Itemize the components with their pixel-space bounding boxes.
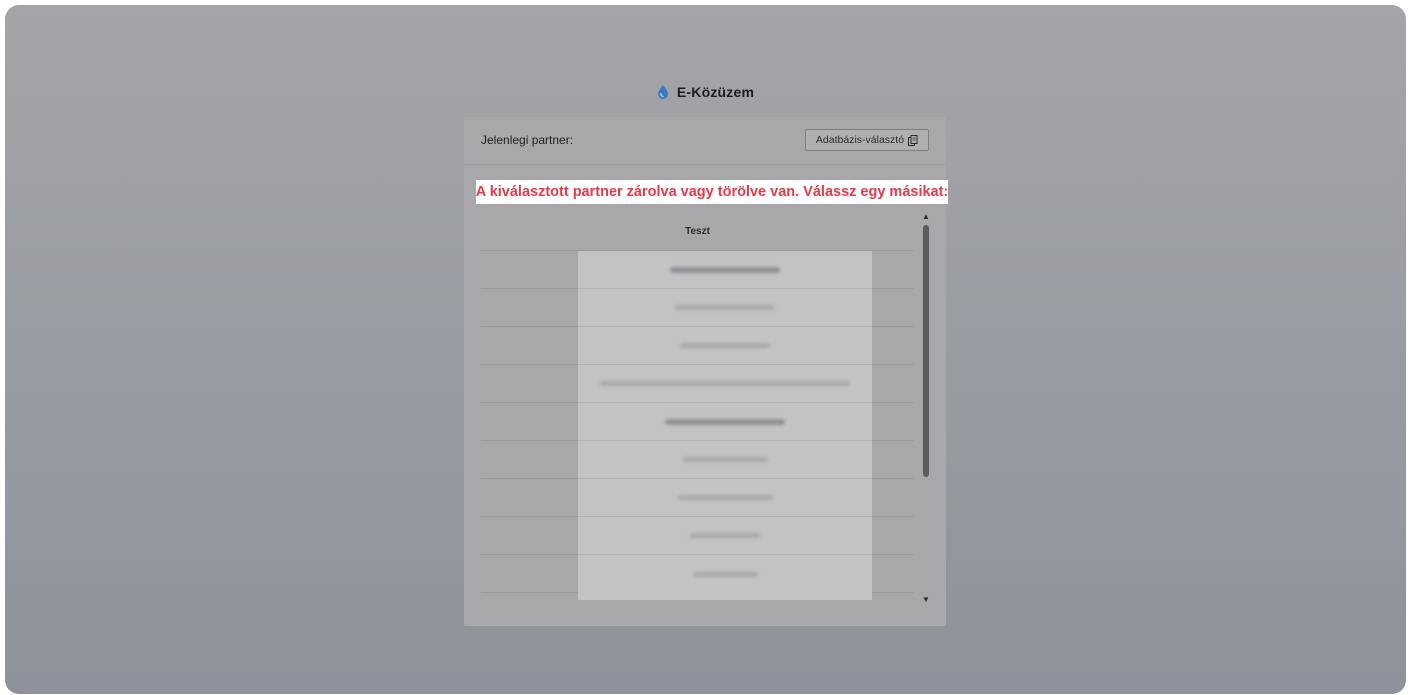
locked-partner-warning: A kiválasztott partner zárolva vagy törö…	[476, 180, 948, 204]
database-selector-label: Adatbázis-választó	[815, 134, 905, 146]
redacted-group-name	[578, 403, 872, 441]
redacted-names-overlay	[578, 251, 872, 600]
water-drop-icon	[657, 85, 669, 99]
partner-list: Teszt	[481, 212, 914, 601]
redacted-item-name	[578, 479, 872, 517]
redacted-item-name	[578, 327, 872, 365]
redacted-item-name	[578, 365, 872, 403]
scroll-up-arrow-icon[interactable]: ▲	[921, 213, 931, 221]
redacted-group-name	[578, 251, 872, 289]
copy-icon	[908, 134, 918, 146]
list-scrollbar[interactable]: ▲ ▼	[921, 213, 931, 604]
redacted-item-name	[578, 555, 872, 593]
redacted-item-name	[578, 289, 872, 327]
redacted-item-name	[578, 441, 872, 479]
redacted-item-name	[578, 517, 872, 555]
partner-selector-panel: Jelenlegi partner: Adatbázis-választó A …	[464, 117, 948, 626]
scroll-down-arrow-icon[interactable]: ▼	[921, 596, 931, 604]
list-header-label: Teszt	[685, 225, 710, 237]
panel-header: Jelenlegi partner: Adatbázis-választó	[464, 117, 946, 165]
current-partner-label: Jelenlegi partner:	[481, 133, 574, 147]
app-title: E-Közüzem	[676, 84, 755, 100]
app-window: E-Közüzem Jelenlegi partner: Adatbázis-v…	[5, 5, 1406, 694]
list-header-row[interactable]: Teszt	[481, 212, 914, 251]
scrollbar-thumb[interactable]	[923, 225, 929, 477]
database-selector-button[interactable]: Adatbázis-választó	[805, 129, 929, 151]
brand-header: E-Közüzem	[5, 81, 1406, 103]
